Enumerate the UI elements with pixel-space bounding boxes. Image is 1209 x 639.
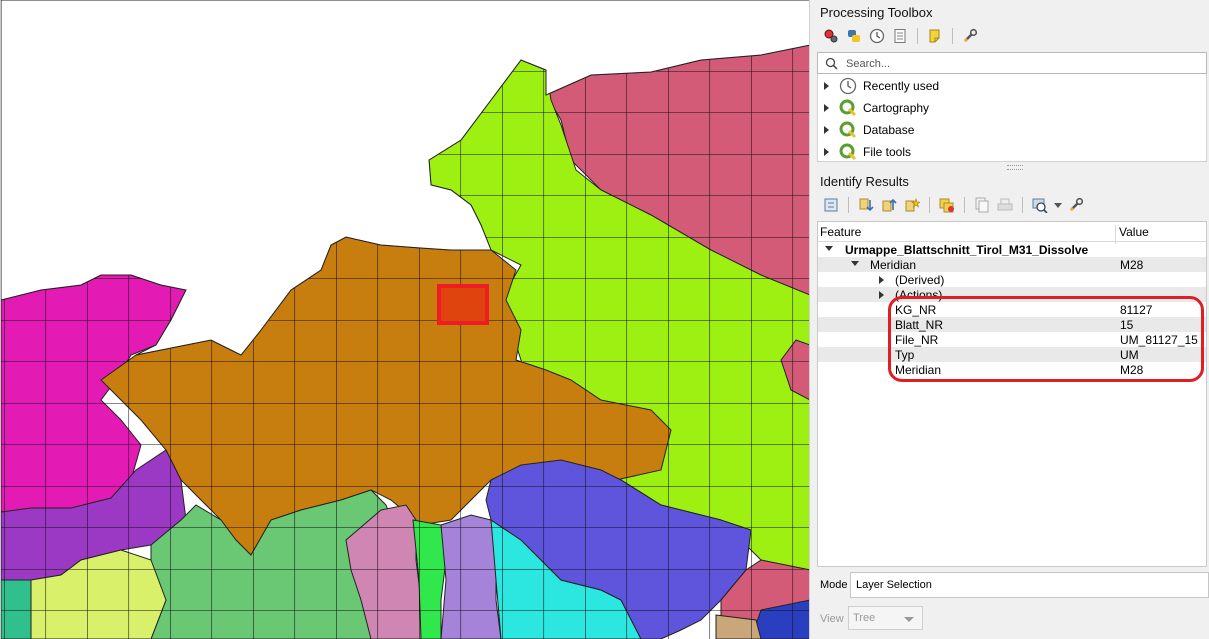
expand-arrow-icon[interactable] xyxy=(879,291,894,299)
toolbox-search[interactable] xyxy=(817,52,1207,74)
wrench-icon[interactable] xyxy=(961,27,979,45)
mode-label: Mode xyxy=(820,579,848,591)
tree-item-database[interactable]: Database xyxy=(824,119,914,141)
qgis-icon xyxy=(839,121,857,139)
edit-icon[interactable] xyxy=(926,27,944,45)
qgis-icon xyxy=(839,99,857,117)
value-column-header[interactable]: Value xyxy=(1119,225,1149,239)
copy-icon[interactable] xyxy=(973,196,991,214)
group-label: (Derived) xyxy=(895,273,945,287)
panel-splitter[interactable] xyxy=(809,0,817,639)
processing-toolbox-title: Processing Toolbox xyxy=(820,5,933,20)
view-row: View Tree xyxy=(817,604,1209,634)
toolbox-tree: Recently used Cartography Database File … xyxy=(817,74,1207,162)
chevron-down-icon xyxy=(904,617,914,622)
identify-toolbar xyxy=(822,195,1085,215)
expand-icon[interactable] xyxy=(822,196,840,214)
identify-results-title: Identify Results xyxy=(820,174,909,189)
clock-icon xyxy=(839,77,857,95)
toolbar-separator xyxy=(964,197,965,213)
toolbar-separator xyxy=(929,197,930,213)
mode-row: Mode Layer Selection xyxy=(817,570,1209,600)
view-value: Tree xyxy=(853,612,876,624)
search-input[interactable] xyxy=(844,55,1198,73)
collapse-arrow-icon[interactable] xyxy=(851,261,859,266)
expand-all-icon[interactable] xyxy=(857,196,875,214)
feature-column-header[interactable]: Feature xyxy=(820,225,861,239)
expand-new-icon[interactable] xyxy=(903,196,921,214)
feature-name: Meridian xyxy=(870,258,917,272)
toolbox-toolbar xyxy=(822,26,979,46)
toolbar-separator xyxy=(848,197,849,213)
map-svg[interactable] xyxy=(1,0,809,639)
tree-item-label: File tools xyxy=(863,145,912,159)
identify-mode-icon[interactable] xyxy=(1031,196,1049,214)
tree-item-label: Cartography xyxy=(863,101,930,115)
expand-arrow-icon[interactable] xyxy=(824,148,829,156)
tree-item-recently-used[interactable]: Recently used xyxy=(824,75,939,97)
map-canvas[interactable] xyxy=(0,0,809,639)
clock-icon[interactable] xyxy=(868,27,886,45)
search-icon xyxy=(825,57,838,70)
view-label: View xyxy=(820,613,844,625)
expand-arrow-icon[interactable] xyxy=(824,104,829,112)
gear-cluster-icon[interactable] xyxy=(822,27,840,45)
feature-value: M28 xyxy=(1120,258,1144,272)
clear-highlight-icon[interactable] xyxy=(938,196,956,214)
settings-icon[interactable] xyxy=(1067,196,1085,214)
view-select[interactable]: Tree xyxy=(848,606,923,630)
toolbar-separator xyxy=(952,28,953,44)
dock-resize-handle[interactable] xyxy=(1007,165,1023,170)
feature-row[interactable]: Meridian M28 xyxy=(818,257,1206,272)
selected-cell[interactable] xyxy=(437,284,489,325)
layer-row[interactable]: Urmappe_Blattschnitt_Tirol_M31_Dissolve xyxy=(818,242,1206,257)
mode-value: Layer Selection xyxy=(856,579,932,591)
derived-row[interactable]: (Derived) xyxy=(818,272,1206,287)
python-icon[interactable] xyxy=(845,27,863,45)
qgis-icon xyxy=(839,143,857,161)
expand-arrow-icon[interactable] xyxy=(879,276,894,284)
expand-arrow-icon[interactable] xyxy=(824,126,829,134)
layer-name: Urmappe_Blattschnitt_Tirol_M31_Dissolve xyxy=(845,243,1089,257)
dropdown-icon[interactable] xyxy=(1054,196,1062,214)
identify-results-tree: Feature Value Urmappe_Blattschnitt_Tirol… xyxy=(817,221,1207,567)
print-icon[interactable] xyxy=(996,196,1014,214)
tree-item-label: Recently used xyxy=(863,79,940,93)
collapse-arrow-icon[interactable] xyxy=(825,246,833,251)
tree-item-label: Database xyxy=(863,123,915,137)
mode-select[interactable]: Layer Selection xyxy=(850,572,1209,598)
results-header: Feature Value xyxy=(818,222,1206,244)
attribute-highlight-annotation xyxy=(888,296,1204,382)
right-panel: Processing Toolbox Rece xyxy=(817,0,1209,639)
expand-arrow-icon[interactable] xyxy=(824,82,829,90)
collapse-all-icon[interactable] xyxy=(880,196,898,214)
toolbar-separator xyxy=(917,28,918,44)
document-icon[interactable] xyxy=(891,27,909,45)
toolbar-separator xyxy=(1022,197,1023,213)
tree-item-file-tools[interactable]: File tools xyxy=(824,141,911,163)
tree-item-cartography[interactable]: Cartography xyxy=(824,97,929,119)
